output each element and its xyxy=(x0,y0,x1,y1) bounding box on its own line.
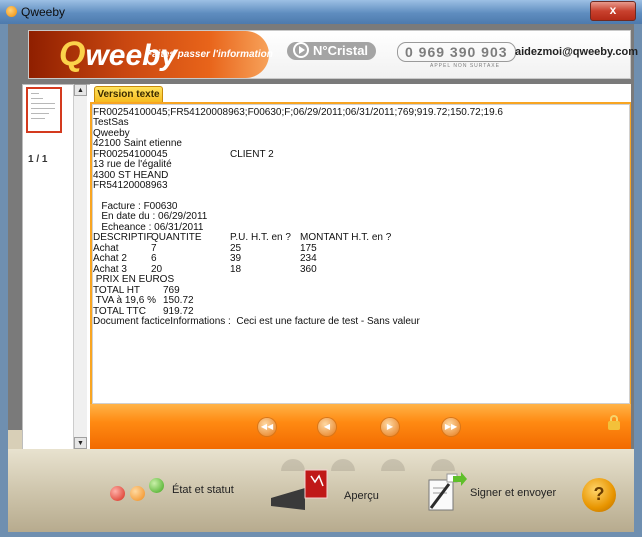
document-line: Document facticeInformations : Ceci est … xyxy=(93,316,420,327)
document-line: FR54120008963 xyxy=(93,180,168,191)
status-button[interactable]: État et statut xyxy=(172,484,234,496)
status-green-icon xyxy=(149,478,164,493)
preview-icon[interactable] xyxy=(271,468,329,510)
table-cell: 234 xyxy=(300,253,317,264)
tab-bar: Version texte xyxy=(90,84,631,103)
page-indicator: 1 / 1 xyxy=(28,154,48,165)
help-icon: ? xyxy=(593,484,605,504)
table-cell: 360 xyxy=(300,264,317,275)
brand-header: Qweeby Faites passer l'information N°Cri… xyxy=(28,30,638,79)
table-row-label: Achat 2 xyxy=(93,253,127,264)
thumbnail-scrollbar[interactable]: ▲ ▼ xyxy=(73,84,87,449)
table-header: DESCRIPTIF xyxy=(93,232,153,243)
cristal-badge: N°Cristal xyxy=(287,42,377,60)
help-button[interactable]: ? xyxy=(582,478,616,512)
status-red-icon xyxy=(110,486,125,501)
client-label: CLIENT 2 xyxy=(230,149,274,160)
document-text[interactable]: FR00254100045;FR54120008963;F00630;F;06/… xyxy=(92,104,630,404)
table-header: QUANTITE xyxy=(151,232,202,243)
tagline: Faites passer l'information xyxy=(146,49,273,60)
phone-subtitle: APPEL NON SURTAXE xyxy=(430,63,500,69)
tab-version-texte[interactable]: Version texte xyxy=(94,86,163,103)
sign-and-send-icon[interactable] xyxy=(425,470,467,512)
support-email[interactable]: aidezmoi@qweeby.com xyxy=(515,46,638,58)
document-line: TestSas xyxy=(93,117,129,128)
document-line: PRIX EN EUROS xyxy=(93,274,175,285)
status-orange-icon xyxy=(130,486,145,501)
play-icon xyxy=(293,42,309,58)
previous-page-icon[interactable]: ◀ xyxy=(318,418,336,436)
scroll-down-icon[interactable]: ▼ xyxy=(74,437,87,449)
preview-button[interactable]: Aperçu xyxy=(344,490,379,502)
document-frame: FR00254100045;FR54120008963;F00630;F;06/… xyxy=(90,102,631,404)
table-cell: 39 xyxy=(230,253,242,264)
table-header: P.U. H.T. en ? xyxy=(230,232,291,243)
title-bar: Qweeby x xyxy=(0,0,642,24)
sign-and-send-button[interactable]: Signer et envoyer xyxy=(470,487,556,499)
next-page-icon[interactable]: ▶ xyxy=(381,418,399,436)
table-cell: 18 xyxy=(230,264,242,275)
first-page-icon[interactable]: ◀◀ xyxy=(258,418,276,436)
total-label: TVA à 19,6 % xyxy=(93,295,157,306)
total-value: 150.72 xyxy=(163,295,194,306)
window-title: Qweeby xyxy=(21,5,66,19)
page-navigation-bar: ◀◀ ◀ ▶ ▶▶ xyxy=(90,404,631,449)
document-line: 13 rue de l'égalité xyxy=(93,159,172,170)
lock-icon[interactable] xyxy=(606,414,622,430)
document-line: En date du : 06/29/2011 xyxy=(93,211,208,222)
document-line: FR00254100045;FR54120008963;F00630;F;06/… xyxy=(93,107,503,118)
scroll-up-icon[interactable]: ▲ xyxy=(74,84,87,96)
close-button[interactable]: x xyxy=(590,1,636,21)
app-icon xyxy=(6,6,17,17)
last-page-icon[interactable]: ▶▶ xyxy=(442,418,460,436)
table-header: MONTANT H.T. en ? xyxy=(300,232,392,243)
table-cell: 6 xyxy=(151,253,157,264)
document-line: 42100 Saint etienne xyxy=(93,138,182,149)
phone-number: 0 969 390 903 xyxy=(397,42,516,62)
page-thumbnail[interactable] xyxy=(26,87,62,133)
